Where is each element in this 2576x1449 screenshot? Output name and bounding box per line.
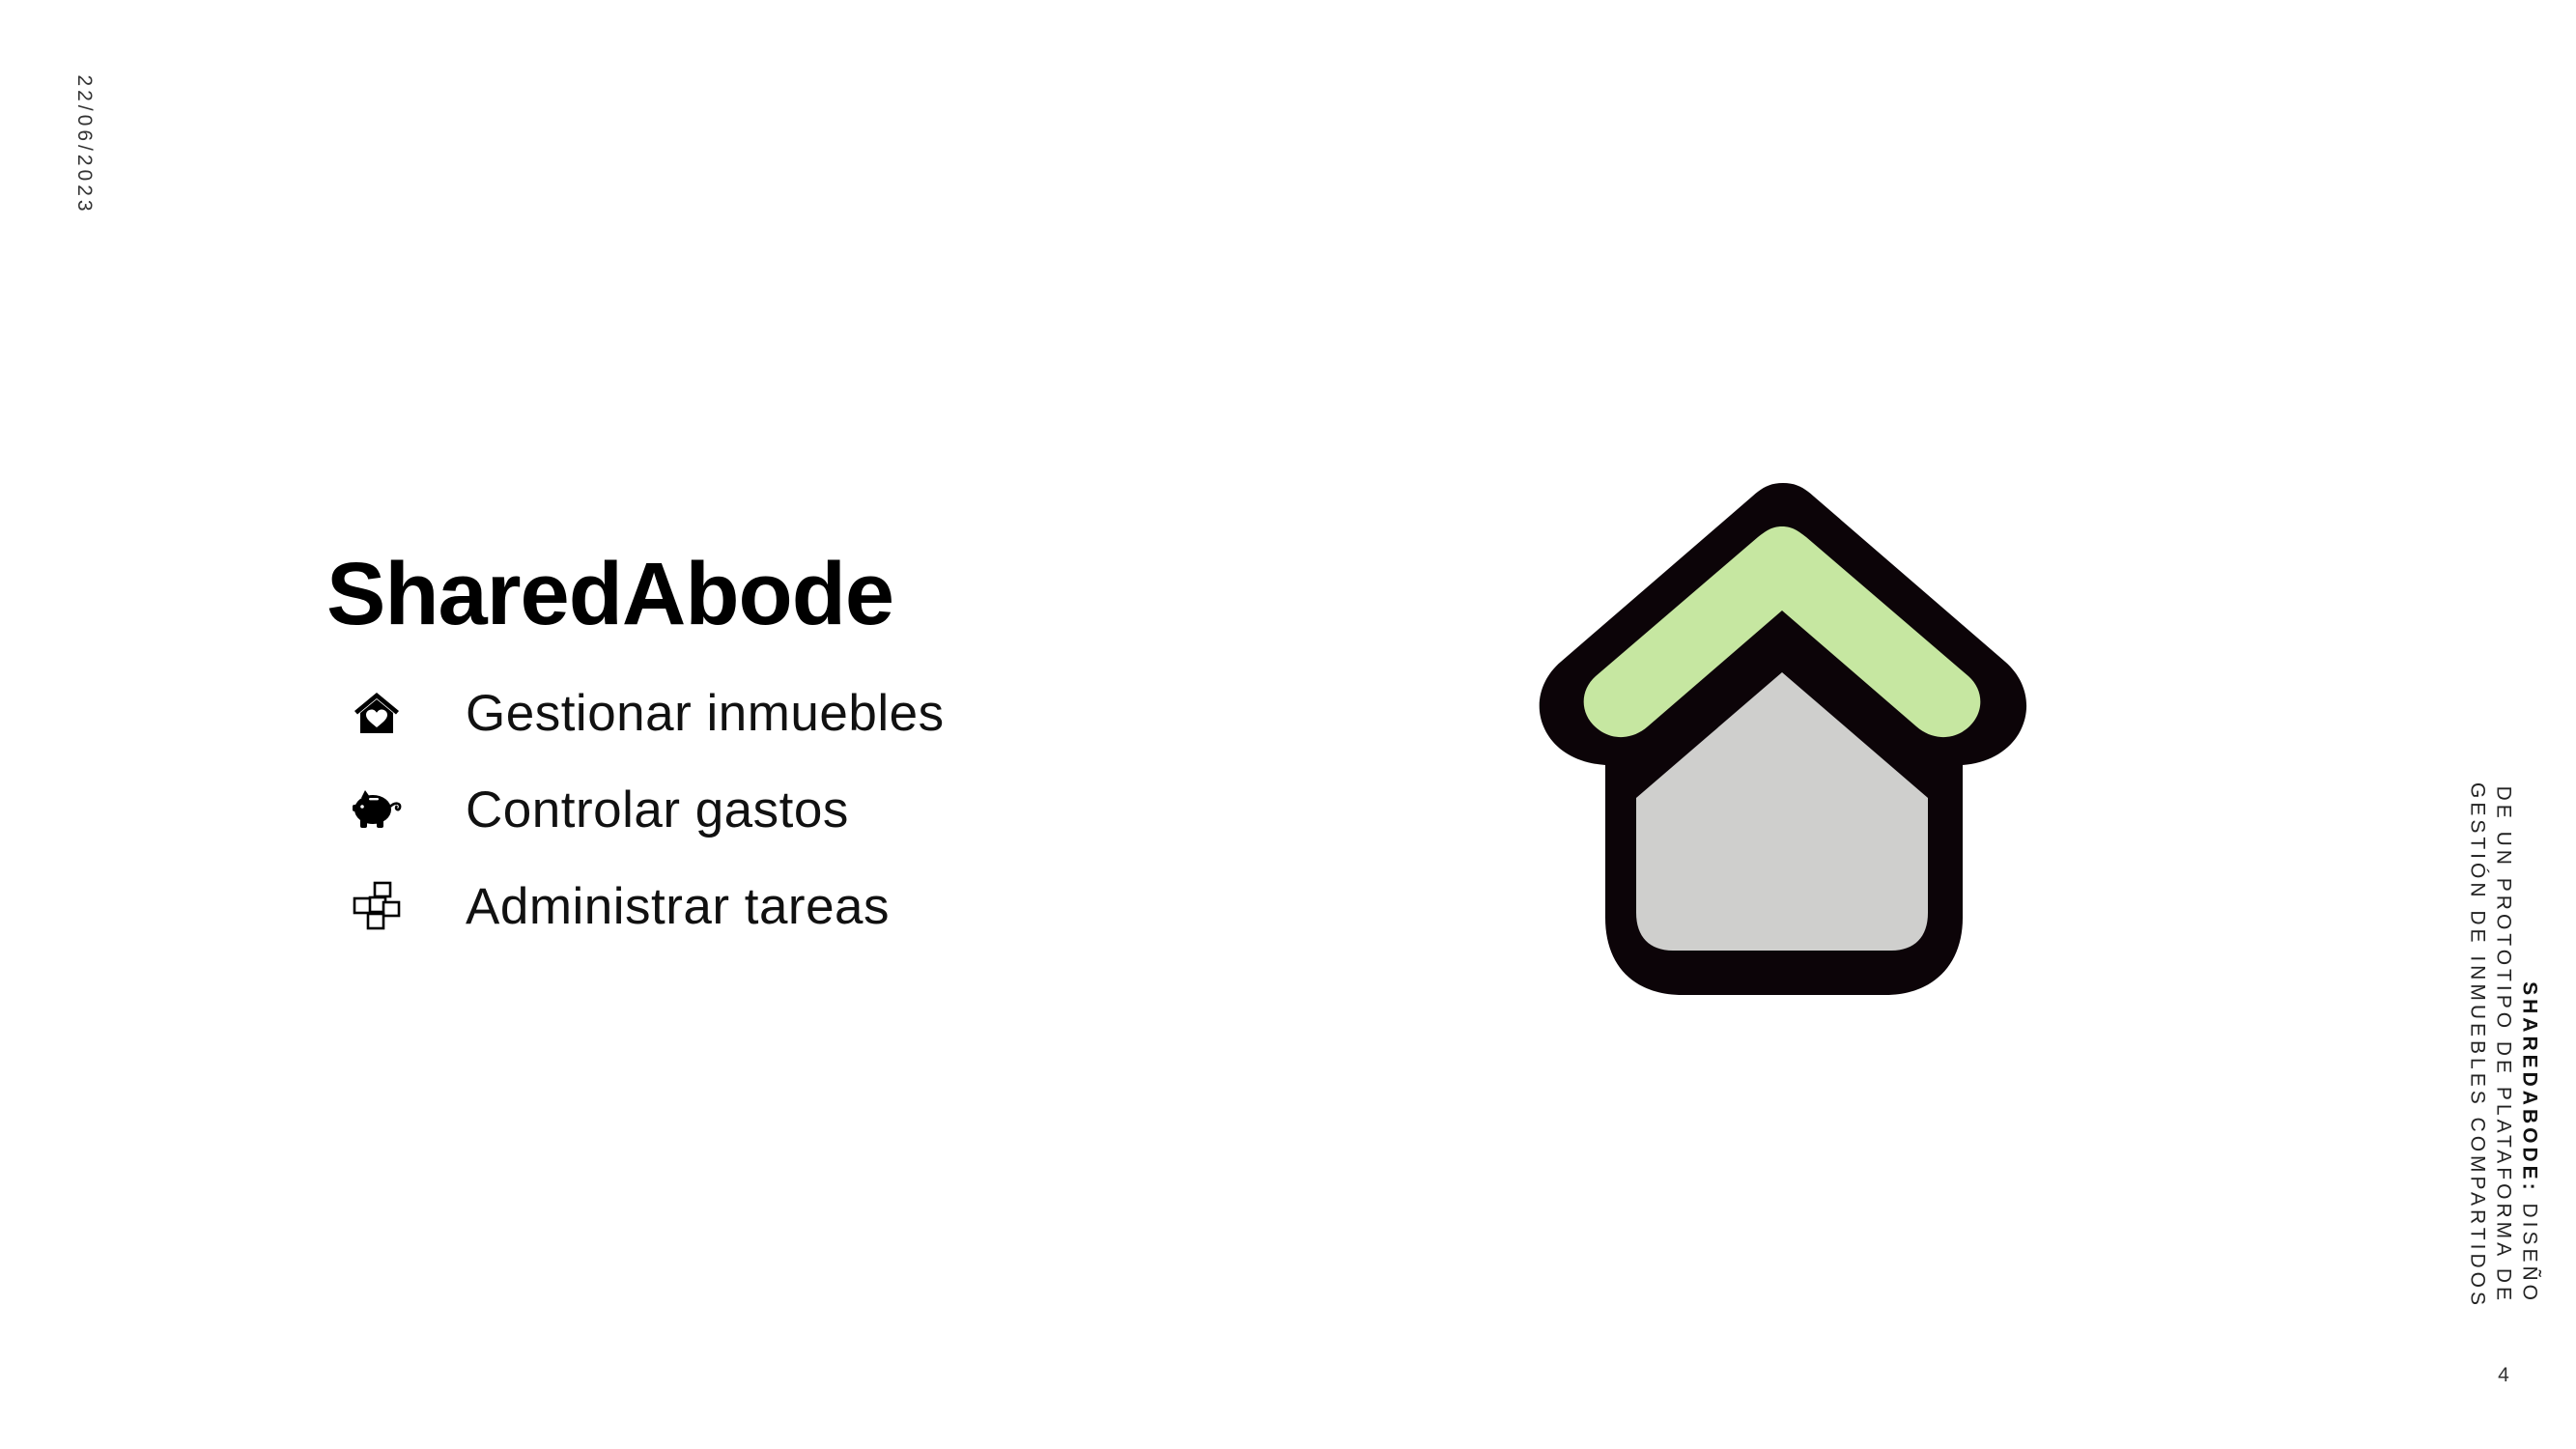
feature-list: Gestionar inmuebles Controlar gastos Adm… (350, 665, 945, 954)
footer-line-2: DE UN PROTOTIPO DE PLATAFORMA DE (2492, 785, 2515, 1304)
footer-line-3: GESTIÓN DE INMUEBLES COMPARTIDOS (2466, 782, 2489, 1309)
feature-label: Administrar tareas (466, 877, 891, 935)
footer-text: SHAREDABODE: DISEÑO DE UN PROTOTIPO DE P… (2465, 782, 2543, 1309)
piggy-bank-icon (350, 782, 404, 837)
feature-item-administrar-tareas: Administrar tareas (350, 858, 945, 954)
feature-item-gestionar-inmuebles: Gestionar inmuebles (350, 665, 945, 761)
tasks-blocks-icon (350, 879, 404, 933)
slide-title: SharedAbode (326, 545, 894, 643)
feature-item-controlar-gastos: Controlar gastos (350, 761, 945, 858)
footer-line-1-rest: DISEÑO (2518, 1193, 2541, 1304)
page-number: 4 (2498, 1364, 2509, 1386)
slide: 22/06/2023 SharedAbode Gestionar inmuebl… (0, 0, 2576, 1449)
feature-label: Controlar gastos (466, 781, 849, 838)
sharedabode-logo (1507, 473, 2067, 1014)
feature-label: Gestionar inmuebles (466, 684, 945, 742)
house-heart-icon (350, 686, 404, 740)
footer-brand: SHAREDABODE: (2518, 981, 2541, 1194)
slide-date-text: 22/06/2023 (73, 74, 96, 215)
footer-line-1: SHAREDABODE: DISEÑO (2517, 782, 2543, 1304)
